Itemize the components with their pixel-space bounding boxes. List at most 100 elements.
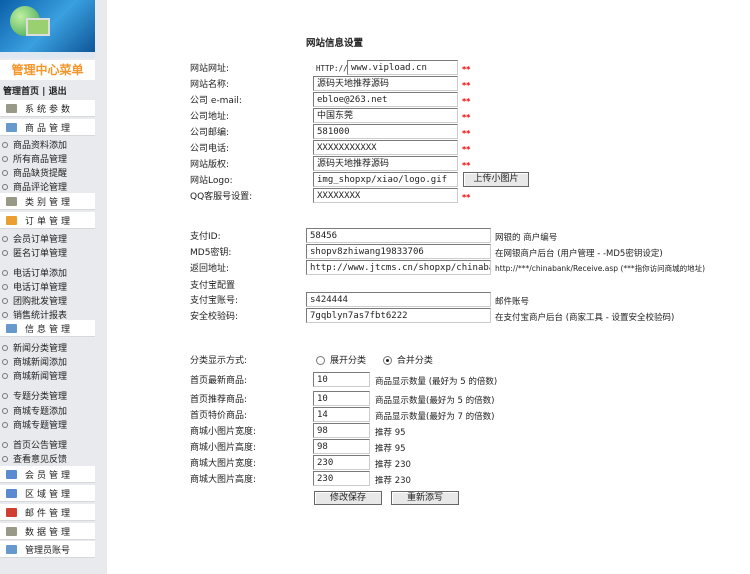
menu-title: 管理中心菜单 bbox=[0, 60, 95, 80]
required-mark: ** bbox=[462, 129, 471, 138]
sidebar-link[interactable]: 匿名订单管理 bbox=[2, 246, 67, 259]
section-icon bbox=[6, 507, 17, 517]
category-display-options: 展开分类 合并分类 bbox=[316, 353, 433, 366]
sidebar-section-9[interactable]: 管理员账号 bbox=[0, 541, 95, 558]
display-setting-input[interactable]: 14 bbox=[313, 407, 370, 422]
field-note: http://***/chinabank/Receive.asp (***指你访… bbox=[495, 264, 706, 273]
field-label: 首页特价商品: bbox=[190, 411, 248, 421]
sidebar-link[interactable]: 商品资料添加 bbox=[2, 138, 67, 151]
section-label: 区域管理 bbox=[25, 489, 74, 500]
sidebar-link[interactable]: 商品缺货提醒 bbox=[2, 166, 67, 179]
field-label: 返回地址: bbox=[190, 264, 230, 274]
section-label: 会员管理 bbox=[25, 470, 74, 481]
alipay-field-input[interactable]: 7gqblyn7as7fbt6222 bbox=[306, 308, 491, 323]
display-setting-input[interactable]: 98 bbox=[313, 439, 370, 454]
sidebar-section-2[interactable]: 类别管理 bbox=[0, 193, 95, 210]
sidebar-section-5[interactable]: 会员管理 bbox=[0, 466, 95, 483]
section-icon bbox=[6, 122, 17, 132]
section-icon bbox=[6, 544, 17, 554]
logout-link[interactable]: 退出 bbox=[49, 87, 67, 97]
field-label: 商城大图片宽度: bbox=[190, 459, 257, 469]
sidebar-link[interactable]: 查看意见反馈 bbox=[2, 452, 67, 465]
field-note: 邮件账号 bbox=[495, 297, 530, 307]
field-note: 推荐 230 bbox=[375, 476, 411, 486]
required-mark: ** bbox=[462, 81, 471, 90]
field-note: 在网银商户后台 (用户管理 - -MD5密钥设定) bbox=[495, 249, 663, 259]
sidebar-section-8[interactable]: 数据管理 bbox=[0, 523, 95, 540]
field-label: 支付ID: bbox=[190, 232, 221, 242]
reset-button[interactable]: 重新添写 bbox=[391, 491, 459, 505]
save-button[interactable]: 修改保存 bbox=[314, 491, 382, 505]
sidebar-link[interactable]: 电话订单添加 bbox=[2, 266, 67, 279]
display-setting-input[interactable]: 10 bbox=[313, 372, 370, 387]
display-setting-input[interactable]: 10 bbox=[313, 391, 370, 406]
required-mark: ** bbox=[462, 65, 471, 74]
field-label: 商城小图片宽度: bbox=[190, 427, 257, 437]
site-field-input[interactable]: 581000 bbox=[313, 124, 458, 139]
alipay-field-input[interactable]: s424444 bbox=[306, 292, 491, 307]
field-label: 公司 e-mail: bbox=[190, 96, 242, 106]
sidebar-section-0[interactable]: 系统参数 bbox=[0, 100, 95, 117]
field-label: 公司地址: bbox=[190, 112, 230, 122]
section-icon bbox=[6, 323, 17, 333]
site-field-input[interactable]: 源码天地推荐源码 bbox=[313, 76, 458, 91]
sidebar-link[interactable]: 首页公告管理 bbox=[2, 438, 67, 451]
sidebar-link[interactable]: 商城专题管理 bbox=[2, 418, 67, 431]
sidebar-link[interactable]: 电话订单管理 bbox=[2, 280, 67, 293]
field-label: 网站Logo: bbox=[190, 176, 233, 186]
display-setting-input[interactable]: 230 bbox=[313, 455, 370, 470]
site-field-input[interactable]: 中国东莞 bbox=[313, 108, 458, 123]
sidebar-section-7[interactable]: 邮件管理 bbox=[0, 504, 95, 521]
display-setting-input[interactable]: 230 bbox=[313, 471, 370, 486]
payment-field-input[interactable]: shopv8zhiwang19833706 bbox=[306, 244, 491, 259]
http-prefix: HTTP:// bbox=[316, 64, 348, 73]
field-label: 支付宝账号: bbox=[190, 296, 239, 306]
sidebar-link[interactable]: 会员订单管理 bbox=[2, 232, 67, 245]
sidebar-section-3[interactable]: 订单管理 bbox=[0, 212, 95, 229]
required-mark: ** bbox=[462, 161, 471, 170]
required-mark: ** bbox=[462, 193, 471, 202]
section-label: 系统参数 bbox=[25, 104, 74, 115]
section-label: 商品管理 bbox=[25, 123, 74, 134]
field-note: 商品显示数量 (最好为 5 的倍数) bbox=[375, 377, 498, 387]
site-field-input[interactable]: XXXXXXXXXXX bbox=[313, 140, 458, 155]
site-field-input[interactable]: img_shopxp/xiao/logo.gif bbox=[313, 172, 458, 187]
sidebar-section-4[interactable]: 信息管理 bbox=[0, 320, 95, 337]
field-note: 商品显示数量(最好为 7 的倍数) bbox=[375, 412, 495, 422]
site-field-input[interactable]: ebloe@263.net bbox=[313, 92, 458, 107]
section-label: 邮件管理 bbox=[25, 508, 74, 519]
alipay-heading: 支付宝配置 bbox=[190, 281, 236, 291]
sidebar-link[interactable]: 商城专题添加 bbox=[2, 404, 67, 417]
sidebar-section-6[interactable]: 区域管理 bbox=[0, 485, 95, 502]
section-icon bbox=[6, 196, 17, 206]
sidebar-link[interactable]: 商城新闻管理 bbox=[2, 369, 67, 382]
radio-expand[interactable] bbox=[316, 356, 325, 365]
sidebar-link[interactable]: 新闻分类管理 bbox=[2, 341, 67, 354]
home-link[interactable]: 管理首页 bbox=[3, 87, 39, 97]
radio-merge[interactable] bbox=[382, 356, 392, 365]
field-note: 推荐 95 bbox=[375, 428, 406, 438]
sidebar-link[interactable]: 团购批发管理 bbox=[2, 294, 67, 307]
category-display-label: 分类显示方式: bbox=[190, 356, 248, 366]
field-label: 网站名称: bbox=[190, 80, 230, 90]
site-field-input[interactable]: XXXXXXXX bbox=[313, 188, 458, 203]
payment-field-input[interactable]: 58456 bbox=[306, 228, 491, 243]
field-label: 公司电话: bbox=[190, 144, 230, 154]
site-field-input[interactable]: 源码天地推荐源码 bbox=[313, 156, 458, 171]
section-label: 管理员账号 bbox=[25, 545, 71, 556]
sidebar-link[interactable]: 所有商品管理 bbox=[2, 152, 67, 165]
site-field-input[interactable]: www.vipload.cn bbox=[347, 60, 458, 75]
sidebar-link[interactable]: 专题分类管理 bbox=[2, 389, 67, 402]
field-note: 推荐 230 bbox=[375, 460, 411, 470]
field-label: 网站网址: bbox=[190, 64, 230, 74]
payment-field-input[interactable]: http://www.jtcms.cn/shopxp/chinabank/ bbox=[306, 260, 491, 275]
required-mark: ** bbox=[462, 145, 471, 154]
upload-image-button[interactable]: 上传小图片 bbox=[463, 172, 529, 187]
section-icon bbox=[6, 526, 17, 536]
field-label: 首页最新商品: bbox=[190, 376, 248, 386]
sidebar-section-1[interactable]: 商品管理 bbox=[0, 119, 95, 136]
display-setting-input[interactable]: 98 bbox=[313, 423, 370, 438]
sidebar-link[interactable]: 商品评论管理 bbox=[2, 180, 67, 193]
sidebar-link[interactable]: 商城新闻添加 bbox=[2, 355, 67, 368]
field-note: 网银的 商户编号 bbox=[495, 233, 558, 243]
